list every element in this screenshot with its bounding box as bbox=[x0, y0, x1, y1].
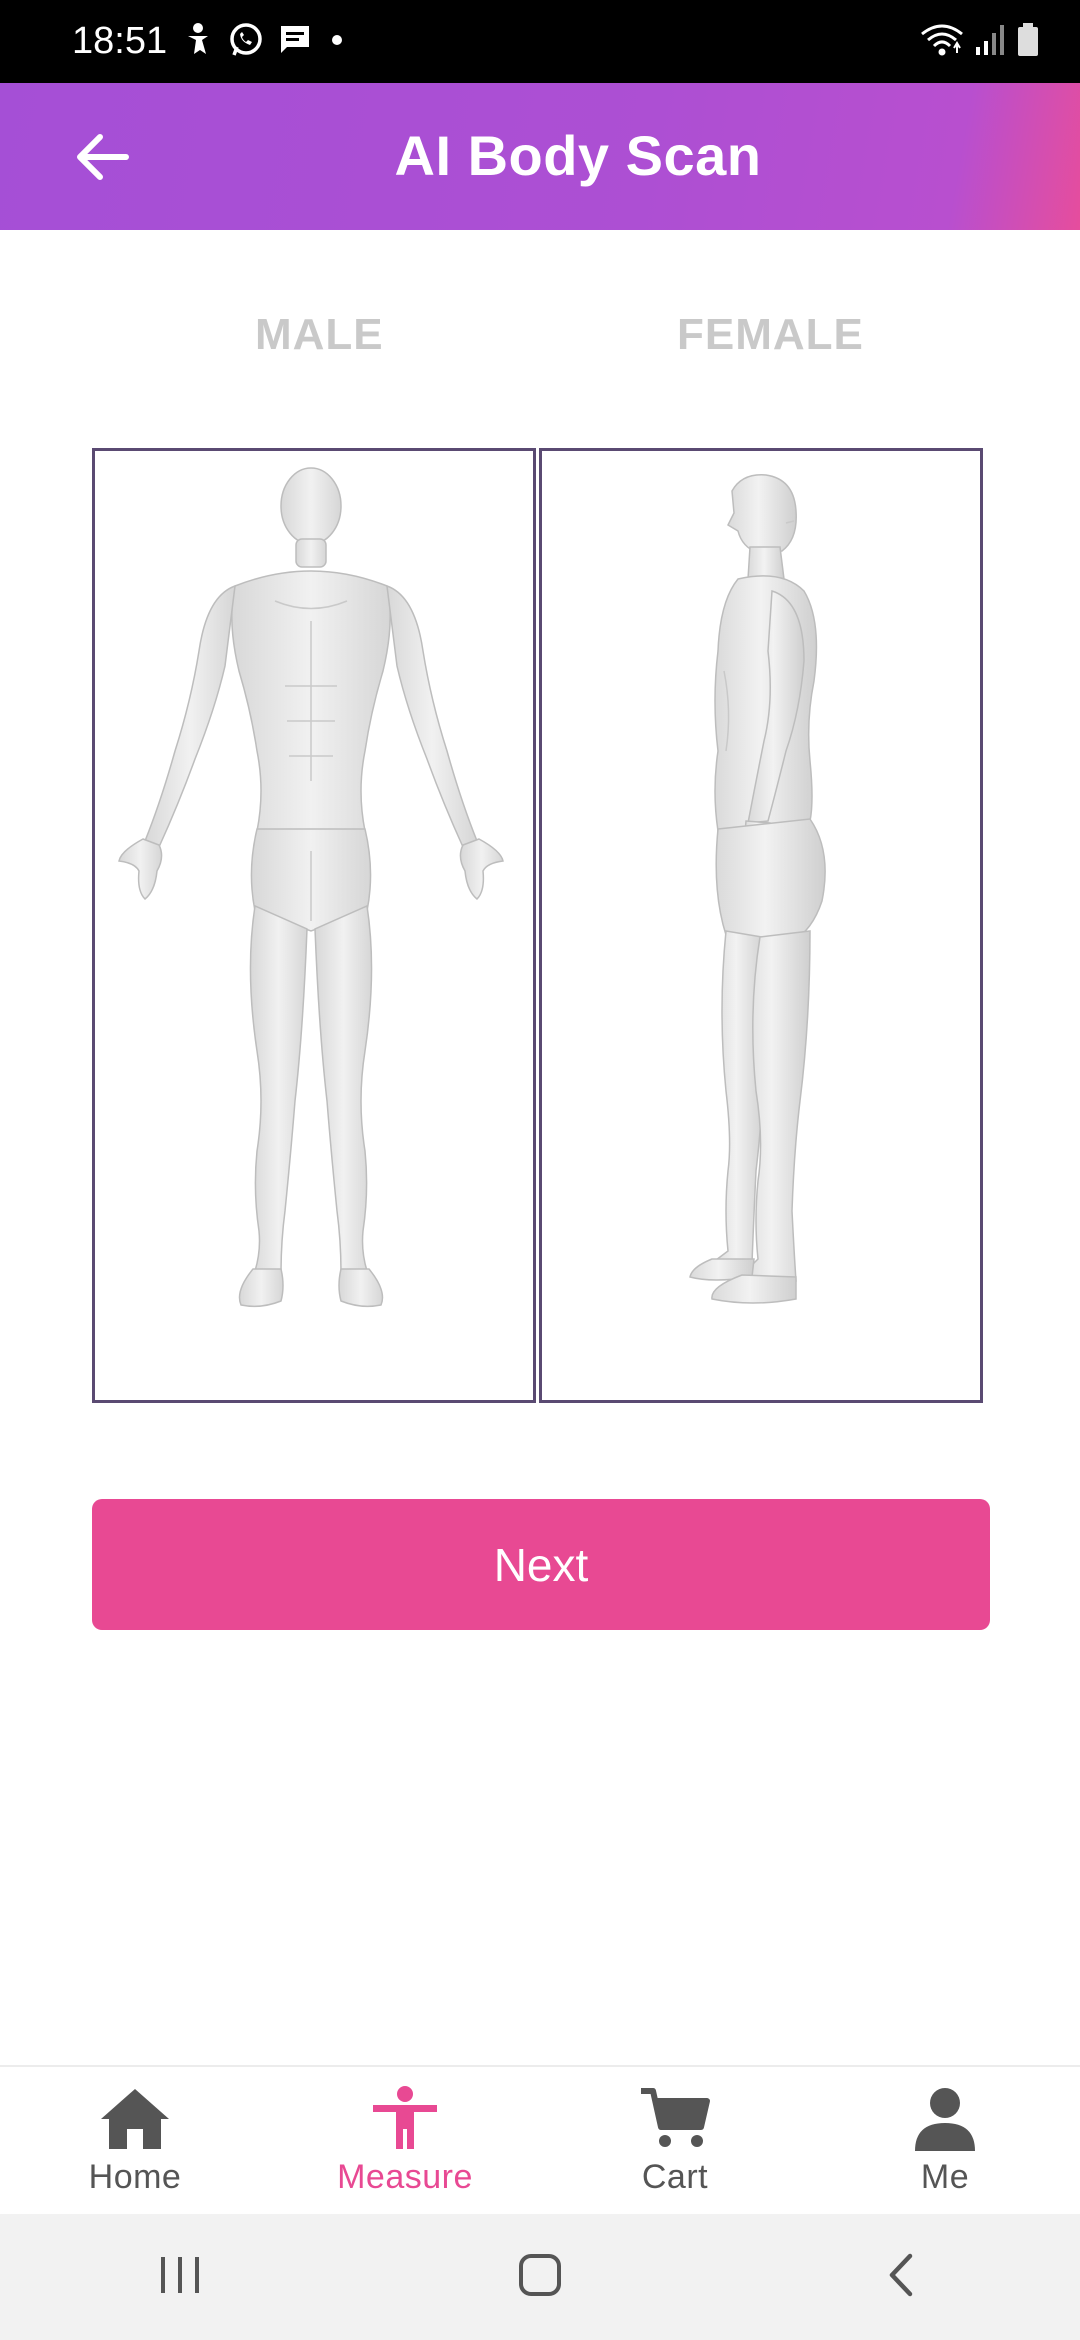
wifi-icon bbox=[920, 22, 964, 63]
recent-apps-icon bbox=[155, 2253, 205, 2302]
nav-item-me[interactable]: Me bbox=[810, 2067, 1080, 2216]
recent-apps-button[interactable] bbox=[120, 2232, 240, 2322]
nav-item-measure[interactable]: Measure bbox=[270, 2067, 540, 2216]
bottom-nav: Home Measure Cart Me bbox=[0, 2065, 1080, 2216]
home-square-icon bbox=[515, 2250, 565, 2305]
whatsapp-icon bbox=[228, 22, 264, 63]
app-bar: AI Body Scan bbox=[0, 83, 1080, 230]
message-icon bbox=[278, 23, 312, 62]
status-notification-icons bbox=[182, 20, 348, 64]
accessibility-icon bbox=[182, 22, 214, 63]
back-system-button[interactable] bbox=[840, 2232, 960, 2322]
home-system-button[interactable] bbox=[480, 2232, 600, 2322]
status-system-icons bbox=[920, 20, 1040, 64]
cart-icon bbox=[637, 2085, 713, 2156]
nav-item-home[interactable]: Home bbox=[0, 2067, 270, 2216]
nav-label-home: Home bbox=[88, 2158, 182, 2196]
nav-label-cart: Cart bbox=[641, 2158, 709, 2196]
page-title: AI Body Scan bbox=[394, 124, 762, 187]
dot-icon bbox=[326, 29, 348, 56]
status-bar: 18:51 bbox=[0, 0, 1080, 83]
tab-male[interactable]: MALE bbox=[255, 310, 384, 360]
person-icon bbox=[367, 2085, 443, 2156]
status-time: 18:51 bbox=[72, 20, 168, 62]
nav-label-measure: Measure bbox=[337, 2158, 473, 2196]
front-view-panel[interactable] bbox=[92, 448, 536, 1403]
signal-icon bbox=[974, 23, 1006, 62]
side-view-panel[interactable] bbox=[539, 448, 983, 1403]
next-button[interactable]: Next bbox=[92, 1499, 990, 1630]
chevron-left-icon bbox=[880, 2250, 920, 2305]
nav-item-cart[interactable]: Cart bbox=[540, 2067, 810, 2216]
nav-label-me: Me bbox=[920, 2158, 970, 2196]
system-nav-bar bbox=[0, 2214, 1080, 2340]
battery-icon bbox=[1016, 22, 1040, 63]
home-icon bbox=[97, 2085, 173, 2156]
user-icon bbox=[907, 2085, 983, 2156]
tab-female[interactable]: FEMALE bbox=[677, 310, 864, 360]
